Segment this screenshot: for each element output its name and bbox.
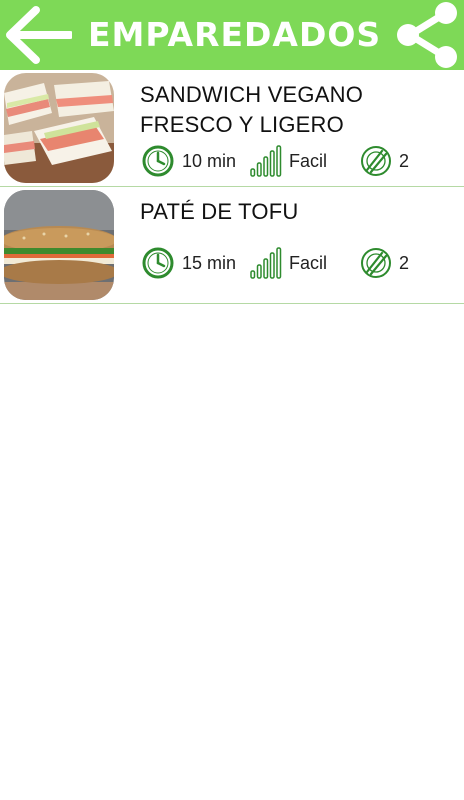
recipe-title: SANDWICH VEGANO FRESCO Y LIGERO [140, 82, 364, 137]
clock-icon [142, 247, 174, 279]
difficulty-bars-icon [250, 247, 282, 279]
clock-icon [142, 145, 174, 177]
list-item[interactable]: PATÉ DE TOFU 15 min Facil 2 [0, 187, 464, 304]
page-title: EMPAREDADOS [88, 15, 382, 54]
cook-time: 15 min [182, 253, 237, 273]
difficulty: Facil [289, 151, 328, 171]
share-icon [397, 2, 457, 68]
recipe-meta: 10 min Facil 2 [140, 143, 460, 179]
app-screen: EMPAREDADOS SANDWICH VEGANO FRESCO Y LIG… [0, 0, 464, 800]
servings: 2 [399, 253, 410, 273]
plate-cutlery-icon [361, 248, 391, 278]
difficulty: Facil [289, 253, 328, 273]
servings: 2 [399, 151, 410, 171]
share-button[interactable] [390, 0, 464, 70]
back-button[interactable] [0, 0, 78, 70]
plate-cutlery-icon [361, 146, 391, 176]
recipe-title: PATÉ DE TOFU [140, 199, 299, 224]
arrow-left-icon [6, 6, 72, 64]
list-item[interactable]: SANDWICH VEGANO FRESCO Y LIGERO 10 min F… [0, 70, 464, 187]
recipe-meta: 15 min Facil 2 [140, 245, 460, 281]
recipe-list: SANDWICH VEGANO FRESCO Y LIGERO 10 min F… [0, 70, 464, 304]
recipe-thumbnail [4, 73, 114, 183]
top-app-bar: EMPAREDADOS [0, 0, 464, 70]
difficulty-bars-icon [250, 145, 282, 177]
cook-time: 10 min [182, 151, 237, 171]
recipe-thumbnail [4, 190, 114, 300]
